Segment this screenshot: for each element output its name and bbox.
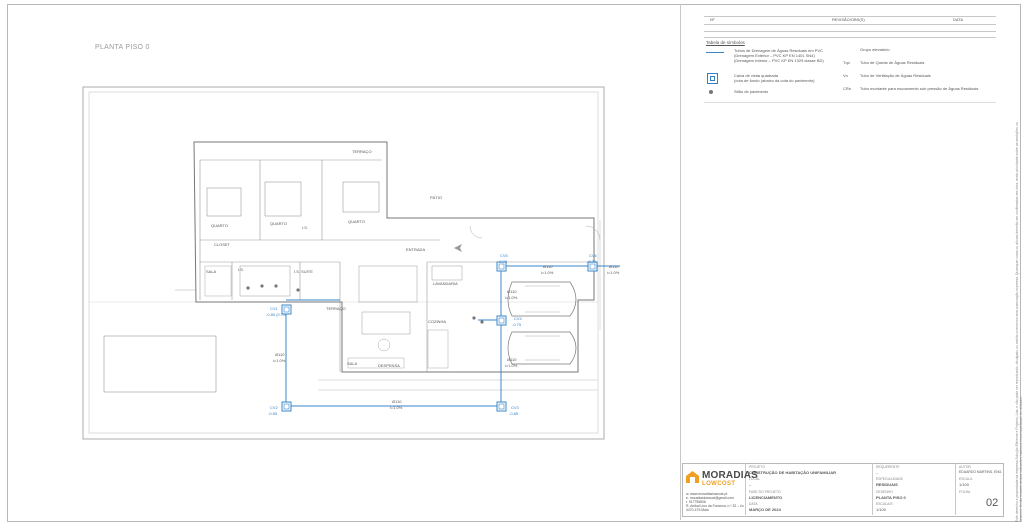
pipe-label: Ø110: [507, 357, 517, 362]
legend-right-text: Tubo de Queda de Águas Residuais: [860, 60, 925, 65]
cv4-cota: -0.75: [512, 322, 522, 327]
legend-right-text: Tubo montante para escoamento sob pressã…: [860, 86, 979, 91]
cv3-cota: -0.85: [509, 411, 519, 416]
legend-right-code: Tqo: [843, 60, 850, 65]
field-value: CONSTRUÇÃO DE HABITAÇÃO UNIFAMILIAR: [749, 470, 837, 475]
field-value: PLANTA PISO 0: [876, 495, 906, 500]
room-label: I.S.: [302, 225, 309, 230]
titleblock-separator: [680, 4, 681, 520]
room-label: COZINHA: [428, 319, 446, 324]
pipe-slope: i=1.0%: [607, 270, 620, 275]
field-label: ESPECIALIDADE: [876, 477, 903, 481]
field-label: FOLHA: [959, 490, 971, 494]
field-value: LICENCIAMENTO: [749, 495, 783, 500]
revisions-row-rule: [704, 37, 996, 38]
field-value: EDUARDO MARTINS, ENG.: [959, 470, 1003, 474]
pipe-slope: i=1.0%: [541, 270, 554, 275]
revisions-row-rule: [704, 24, 996, 25]
room-label: CLOSET: [214, 242, 231, 247]
legend-pipe-symbol: [706, 52, 724, 53]
pipe-slope: i=1.0%: [505, 363, 518, 368]
pipe-slope: i=1.0%: [390, 405, 403, 410]
pipe-label: Ø110: [392, 399, 402, 404]
legend-right-code: CRn: [843, 86, 852, 91]
cv5-label: CV5: [500, 253, 508, 258]
legend-drain-text: Sifão de pavimento: [734, 89, 769, 94]
field-value: –: [749, 482, 752, 487]
legend-manhole-text: Caixa de visita quadrada (cota de fundo …: [734, 73, 815, 84]
pipe-label: Ø110: [507, 289, 517, 294]
field-label: DATA: [749, 502, 758, 506]
cv1-cota: -0.85 (0.70): [266, 312, 287, 317]
cv1-label: CV1: [270, 306, 278, 311]
pipe-slope: i=1.0%: [273, 358, 286, 363]
legend-right-code: Vn: [843, 73, 848, 78]
legend-rule: [704, 102, 996, 103]
logo-icon: [686, 471, 699, 483]
legend-right-text: Grupo elevatório: [860, 47, 890, 52]
field-label: REQUERENTE: [876, 465, 900, 469]
contact-line: 4470-475 Maia: [686, 508, 709, 512]
room-label: DESPENSA: [378, 363, 400, 368]
room-label: QUARTO: [270, 221, 287, 226]
cv2-cota: -0.85: [268, 411, 278, 416]
field-label: AUTOR: [959, 465, 971, 469]
room-label: TERRAÇO: [352, 149, 372, 154]
room-label: ENTRADA: [406, 247, 426, 252]
titleblock-divider: [955, 463, 956, 515]
legend-pipe-text: Tubos de Drenagem de Águas Residuais em …: [734, 48, 824, 64]
pipe-label: Ø110: [543, 264, 553, 269]
cv6-cota: -0.70: [587, 259, 597, 264]
field-value: –: [876, 470, 879, 475]
field-label: ESCALA: [959, 477, 973, 481]
cv2-label: CV2: [270, 405, 278, 410]
legend-title: Tabela de símbolos: [706, 40, 745, 45]
revisions-header-date: DATA: [953, 17, 964, 22]
floor-plan: [82, 86, 620, 440]
field-label: DESENHO: [876, 490, 893, 494]
pipe-label: Ø110: [609, 264, 619, 269]
cv3-label: CV3: [511, 405, 519, 410]
copyright-note: Este desenho é propriedade da empresa So…: [1015, 122, 1022, 522]
room-label: SALA: [206, 269, 217, 274]
field-value: 1/100: [876, 507, 887, 512]
titleblock-divider: [872, 463, 873, 515]
field-label: LOCAL: [749, 477, 761, 481]
pipe-slope: i=1.0%: [505, 295, 518, 300]
cv4-label: CV4: [514, 316, 522, 321]
field-value: MARÇO DE 2024: [749, 507, 781, 512]
room-label: LAVANDARIA: [433, 281, 458, 286]
sheet-number: 02: [986, 497, 999, 509]
room-label: I.S. SUITE: [294, 269, 313, 274]
field-label: PROJETO: [749, 465, 765, 469]
revisions-header-obs: REVISÃO/OBS(S): [832, 17, 865, 22]
room-label: QUARTO: [348, 219, 365, 224]
room-label: TERRAÇO: [326, 306, 346, 311]
room-label: I.S.: [238, 267, 245, 272]
cv6-label: CV6: [589, 253, 597, 258]
field-value: 1/100: [959, 482, 970, 487]
manhole-icon: [707, 73, 718, 84]
pipe-label: Ø110: [275, 352, 285, 357]
logo-subtitle: LOWCOST: [702, 481, 736, 487]
revisions-header-no: Nº: [710, 17, 715, 22]
floor-drain-icon: [709, 90, 713, 94]
legend-right-text: Tubo de Ventilação de Águas Residuais: [860, 73, 931, 78]
revisions-row-rule: [704, 31, 996, 32]
field-label: ESCALA/S: [876, 502, 893, 506]
cv5-cota: -0.70: [498, 259, 508, 264]
room-label: SALA: [347, 361, 358, 366]
field-label: FASE DO PROJETO: [749, 490, 781, 494]
room-label: QUARTO: [211, 223, 228, 228]
room-label: PÁTIO: [430, 195, 443, 200]
drawing-sheet: PLANTA PISO 0 CV1 -0.85 (0.70) CV2 -0.85…: [0, 0, 1024, 526]
field-value: RESIDUAIS: [876, 482, 898, 487]
